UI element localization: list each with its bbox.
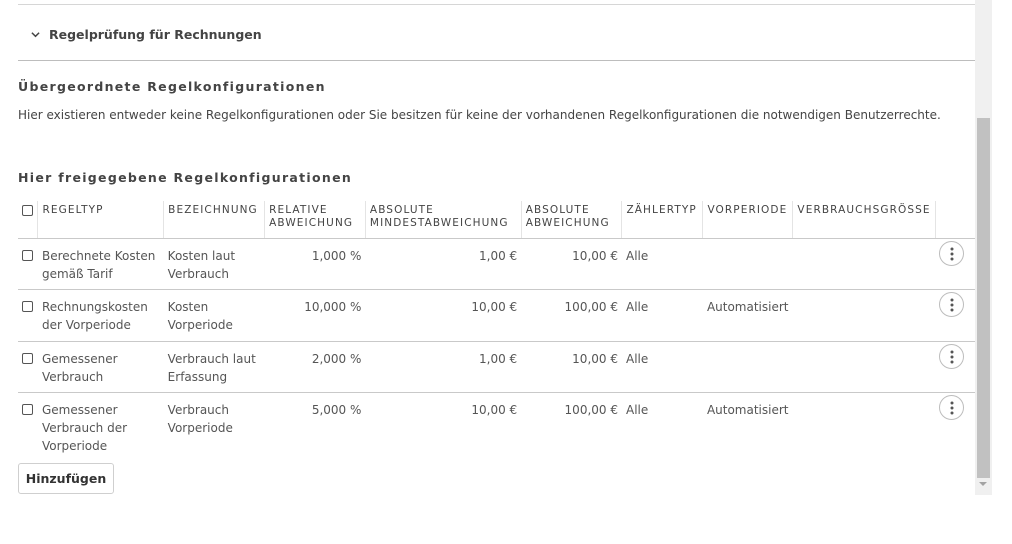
more-vertical-icon (950, 401, 954, 414)
cell-bezeichnung: Kosten Vorperiode (163, 289, 265, 342)
section-title: Regelprüfung für Rechnungen (49, 26, 262, 42)
top-divider (18, 4, 975, 5)
cell-absmin: 10,00 € (471, 403, 518, 417)
row-menu-button[interactable] (939, 395, 965, 420)
table-row: Gemessener Verbrauch Verbrauch laut Erfa… (18, 341, 975, 393)
table-row: Rechnungskosten der Vorperiode Kosten Vo… (18, 289, 975, 342)
col-absolute-abweichung[interactable]: ABSOLUTE ABWEICHUNG (520, 201, 622, 239)
cell-vorperiode: Automatisiert (706, 403, 789, 417)
cell-regeltyp: Gemessener Verbrauch der Vorperiode (41, 403, 128, 453)
col-vorperiode[interactable]: VORPERIODE (702, 201, 793, 239)
cell-relative: 10,000 % (264, 289, 366, 342)
cell-zaehlertyp: Alle (621, 341, 703, 393)
cell-verbrauchsgroesse (792, 238, 936, 290)
cell-verbrauchsgroesse (793, 393, 935, 461)
col-bezeichnung[interactable]: BEZEICHNUNG (163, 201, 265, 239)
scrollbar-thumb[interactable] (977, 118, 990, 478)
add-button[interactable]: Hinzufügen (18, 463, 114, 494)
cell-absmin: 1,00 € (365, 341, 522, 393)
cell-absmin: 1,00 € (365, 238, 522, 290)
cell-relative: 1,000 % (264, 238, 366, 290)
section-divider (18, 60, 975, 61)
more-vertical-icon (950, 298, 954, 311)
cell-abs: 100,00 € (521, 289, 622, 342)
cell-zaehlertyp: Alle (621, 238, 703, 290)
rule-config-panel: Regelprüfung für Rechnungen Übergeordnet… (0, 0, 975, 495)
scroll-down-arrow-icon[interactable] (979, 482, 987, 486)
shared-configs-heading: Hier freigegebene Regelkonfigurationen (18, 170, 353, 185)
chevron-down-icon (31, 31, 40, 37)
cell-bezeichnung: Kosten laut Verbrauch (163, 238, 265, 290)
parent-configs-info: Hier existieren entweder keine Regelkonf… (18, 108, 941, 122)
row-checkbox[interactable] (22, 353, 33, 364)
cell-bezeichnung: Verbrauch laut Erfassung (163, 341, 265, 393)
cell-vorperiode: Automatisiert (702, 289, 793, 342)
col-actions (934, 201, 975, 239)
vertical-scrollbar[interactable] (975, 0, 992, 495)
more-vertical-icon (950, 350, 954, 363)
table-row: Berechnete Kosten gemäß Tarif Kosten lau… (18, 238, 975, 290)
cell-absmin: 10,00 € (365, 289, 522, 342)
col-relative-abweichung[interactable]: RELATIVE ABWEICHUNG (264, 201, 366, 239)
cell-relative: 2,000 % (264, 341, 366, 393)
cell-bezeichnung: Verbrauch Vorperiode (167, 403, 233, 435)
row-checkbox[interactable] (22, 301, 33, 312)
cell-zaehlertyp: Alle (625, 403, 649, 417)
select-all-cell (18, 201, 38, 239)
cell-regeltyp: Gemessener Verbrauch (37, 341, 164, 393)
cell-abs: 10,00 € (521, 341, 622, 393)
table-row: Gemessener Verbrauch der Vorperiode Verb… (18, 393, 975, 461)
row-checkbox[interactable] (22, 404, 33, 415)
section-toggle[interactable]: Regelprüfung für Rechnungen (31, 24, 262, 44)
rules-table: REGELTYP BEZEICHNUNG RELATIVE ABWEICHUNG … (18, 201, 975, 461)
cell-abs: 10,00 € (521, 238, 622, 290)
cell-zaehlertyp: Alle (621, 289, 703, 342)
cell-abs: 100,00 € (564, 403, 618, 417)
row-menu-button[interactable] (939, 241, 965, 266)
col-regeltyp[interactable]: REGELTYP (37, 201, 164, 239)
col-zaehlertyp[interactable]: ZÄHLERTYP (621, 201, 703, 239)
col-absolute-mindestabweichung[interactable]: ABSOLUTE MINDESTABWEICHUNG (364, 201, 522, 239)
cell-relative: 5,000 % (311, 403, 362, 417)
cell-verbrauchsgroesse (792, 289, 936, 342)
cell-regeltyp: Berechnete Kosten gemäß Tarif (37, 238, 164, 290)
parent-configs-heading: Übergeordnete Regelkonfigurationen (18, 79, 326, 94)
more-vertical-icon (950, 247, 954, 260)
row-menu-button[interactable] (939, 344, 965, 369)
cell-vorperiode (702, 341, 793, 393)
cell-vorperiode (702, 238, 793, 290)
col-verbrauchsgroesse[interactable]: VERBRAUCHSGRÖSSE (792, 201, 936, 239)
row-menu-button[interactable] (939, 292, 965, 317)
table-header-row: REGELTYP BEZEICHNUNG RELATIVE ABWEICHUNG … (18, 201, 975, 239)
row-checkbox[interactable] (22, 250, 33, 261)
cell-regeltyp: Rechnungskosten der Vorperiode (37, 289, 164, 342)
select-all-checkbox[interactable] (22, 205, 33, 216)
cell-verbrauchsgroesse (792, 341, 936, 393)
